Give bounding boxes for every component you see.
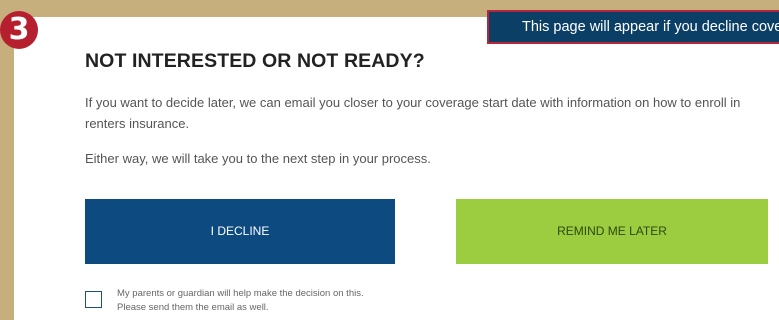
parent-guardian-checkbox-label: My parents or guardian will help make th… <box>117 287 417 315</box>
description-text: If you want to decide later, we can emai… <box>85 95 741 131</box>
page-title: NOT INTERESTED OR NOT READY? <box>85 50 425 72</box>
decline-button[interactable]: I DECLINE <box>85 199 395 264</box>
checkbox-label-line-1: My parents or guardian will help make th… <box>117 288 364 299</box>
next-step-note: Either way, we will take you to the next… <box>85 151 431 166</box>
checkbox-label-line-2: Please send them the email as well. <box>117 302 269 313</box>
step-number-badge: 3 <box>0 11 38 49</box>
remind-me-later-button[interactable]: REMIND ME LATER <box>456 199 768 264</box>
decline-callout-banner: This page will appear if you decline cov… <box>487 10 779 44</box>
parent-guardian-checkbox[interactable] <box>85 291 102 308</box>
page: 3 This page will appear if you decline c… <box>0 0 779 320</box>
